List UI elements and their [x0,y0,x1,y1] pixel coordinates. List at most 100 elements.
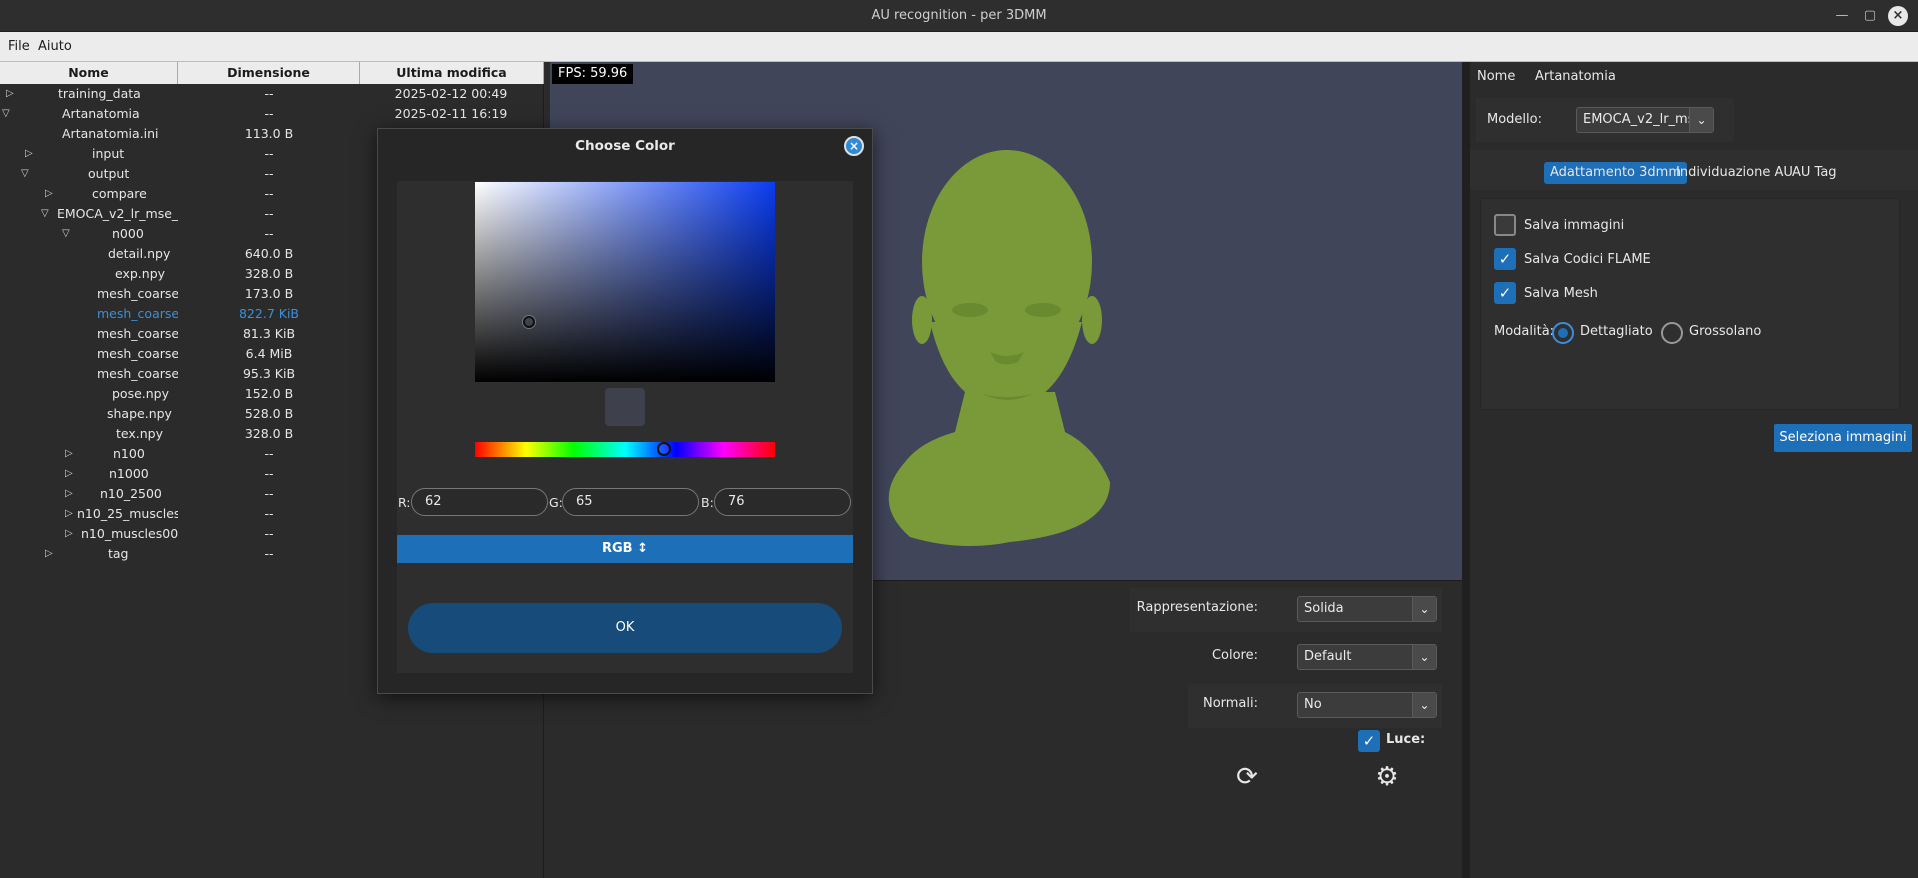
tree-row-size: 6.4 MiB [245,346,293,361]
column-header-name[interactable]: Nome [0,62,178,84]
tree-row-size: 152.0 B [244,386,294,401]
mode-detailed-radio[interactable] [1552,322,1574,344]
collapsed-arrow-icon[interactable]: ▷ [6,84,18,104]
tree-row-name: mesh_coarse.r [97,286,178,301]
color-combo[interactable]: Default ⌄ [1297,644,1437,670]
tree-row-name: input [92,146,125,161]
tree-row-name: mesh_coarse_ [97,366,178,381]
tree-row-name: Artanatomia.ini [62,126,159,141]
collapsed-arrow-icon[interactable]: ▷ [65,444,77,464]
tree-row-date: 2025-02-11 16:19 [394,106,508,121]
tree-row-size: 640.0 B [244,246,294,261]
menu-help[interactable]: Aiuto [38,32,72,62]
model-value: EMOCA_v2_lr_ms [1583,112,1695,127]
collapsed-arrow-icon[interactable]: ▷ [45,544,57,564]
column-header-size[interactable]: Dimensione [178,62,360,84]
menu-bar: File Aiuto [0,32,1918,62]
g-input[interactable]: 65 [562,488,699,516]
save-images-label: Salva immagini [1524,218,1625,233]
tree-row-size: -- [264,86,274,101]
column-header-modified[interactable]: Ultima modifica [360,62,544,84]
tree-row-name: n10_muscles00 [81,526,178,541]
tree-row[interactable]: ▽ Artanatomia -- 2025-02-11 16:19 [0,104,544,124]
collapsed-arrow-icon[interactable]: ▷ [45,184,57,204]
model-label: Modello: [1487,112,1542,127]
tree-row-size: -- [264,146,274,161]
tree-row-name: compare [92,186,147,201]
tree-row-date: 2025-02-12 00:49 [394,86,508,101]
save-flame-checkbox[interactable]: ✓ [1494,248,1516,270]
ok-button[interactable]: OK [408,603,842,653]
gear-icon[interactable]: ⚙ [1372,762,1402,792]
maximize-icon[interactable]: ▢ [1860,6,1880,26]
tab-individuazione[interactable]: Individuazione AU [1670,162,1799,184]
tree-row-name: n10_2500 [100,486,162,501]
tree-row-size: -- [264,526,274,541]
r-input[interactable]: 62 [411,488,548,516]
tree-row-name: Artanatomia [62,106,140,121]
rotate-icon[interactable]: ⟳ [1232,762,1262,792]
hue-slider-handle[interactable] [657,442,671,456]
tree-row-size: -- [264,466,274,481]
collapsed-arrow-icon[interactable]: ▷ [25,144,37,164]
tree-row-size: 81.3 KiB [242,326,296,341]
normals-value: No [1304,697,1322,712]
menu-file[interactable]: File [8,32,30,62]
tree-row-name: tag [108,546,129,561]
tree-row[interactable]: ▷ training_data -- 2025-02-12 00:49 [0,84,544,104]
color-value: Default [1304,649,1352,664]
tree-row-name: n10_25_muscles0 [77,506,178,521]
chevron-down-icon: ⌄ [1689,108,1713,132]
save-mesh-label: Salva Mesh [1524,286,1598,301]
tree-row-size: -- [264,226,274,241]
name-value: Artanatomia [1535,69,1616,84]
hue-slider[interactable] [475,442,775,457]
select-images-button[interactable]: Seleziona immagini [1774,424,1912,452]
expanded-arrow-icon[interactable]: ▽ [21,164,33,184]
tree-row-size: 328.0 B [244,266,294,281]
collapsed-arrow-icon[interactable]: ▷ [65,484,77,504]
representation-combo[interactable]: Solida ⌄ [1297,596,1437,622]
saturation-value-picker[interactable] [475,182,775,382]
normals-combo[interactable]: No ⌄ [1297,692,1437,718]
light-checkbox[interactable]: ✓ [1358,730,1380,752]
b-input[interactable]: 76 [714,488,851,516]
normals-label: Normali: [1202,696,1258,711]
sv-picker-handle[interactable] [523,316,535,328]
tree-row-size: 173.0 B [244,286,294,301]
close-window-icon[interactable]: × [1888,6,1908,26]
chevron-down-icon: ⌄ [1412,693,1436,717]
expanded-arrow-icon[interactable]: ▽ [2,104,14,124]
tree-row-name: mesh_coarse_ [97,346,178,361]
panel-splitter[interactable] [1462,62,1470,878]
tree-row-name: exp.npy [115,266,166,281]
light-label: Luce: [1386,732,1426,747]
representation-label: Rappresentazione: [1136,600,1258,615]
collapsed-arrow-icon[interactable]: ▷ [65,504,77,524]
g-label: G: [549,495,563,510]
color-mode-button[interactable]: RGB ↕ [397,535,853,563]
close-icon[interactable]: × [844,136,864,156]
tree-row-name: training_data [58,86,141,101]
tree-row-size: 528.0 B [244,406,294,421]
tree-row-size: 113.0 B [244,126,294,141]
model-combo[interactable]: EMOCA_v2_lr_ms ⌄ [1576,107,1714,133]
collapsed-arrow-icon[interactable]: ▷ [65,464,77,484]
tree-row-size: -- [264,506,274,521]
tree-row-name: output [88,166,130,181]
tree-row-size: -- [264,486,274,501]
r-label: R: [398,495,411,510]
expanded-arrow-icon[interactable]: ▽ [62,224,74,244]
tree-row-name: shape.npy [107,406,172,421]
mode-coarse-radio[interactable] [1661,322,1683,344]
tab-au-tag[interactable]: AU Tag [1786,162,1843,184]
save-mesh-checkbox[interactable]: ✓ [1494,282,1516,304]
mode-label: Modalità: [1494,324,1555,339]
mode-coarse-label: Grossolano [1689,324,1762,339]
minimize-icon[interactable]: — [1832,6,1852,26]
expanded-arrow-icon[interactable]: ▽ [41,204,53,224]
tree-row-name: tex.npy [116,426,163,441]
save-images-checkbox[interactable] [1494,214,1516,236]
tab-adattamento[interactable]: Adattamento 3dmm [1544,162,1687,184]
collapsed-arrow-icon[interactable]: ▷ [65,524,77,544]
